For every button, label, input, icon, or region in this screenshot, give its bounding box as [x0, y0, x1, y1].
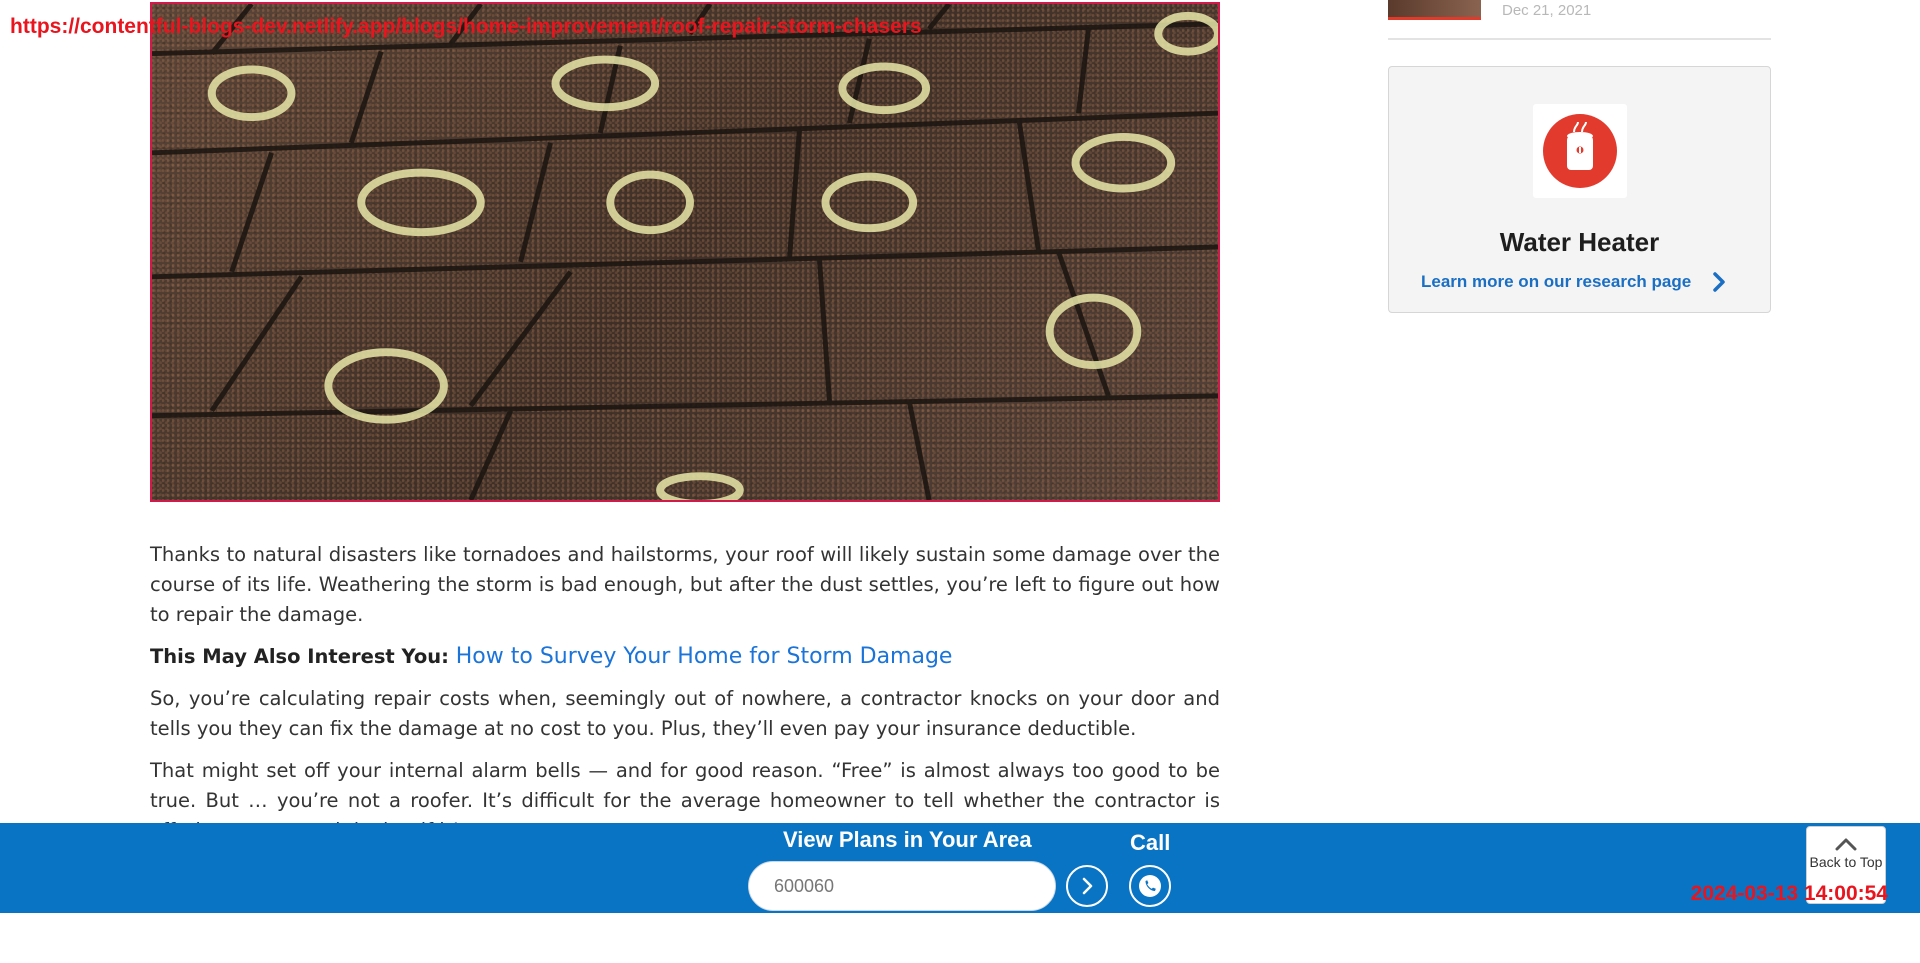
phone-icon	[1139, 875, 1161, 897]
chevron-up-icon	[1835, 838, 1857, 851]
timestamp-overlay: 2024-03-13 14:00:54	[1690, 882, 1888, 905]
zip-code-input[interactable]	[748, 861, 1056, 911]
related-article: This May Also Interest You: How to Surve…	[150, 642, 1220, 672]
card-title: Water Heater	[1499, 227, 1660, 257]
related-article-link[interactable]: How to Survey Your Home for Storm Damage	[456, 644, 953, 669]
sidebar-divider	[1388, 38, 1771, 40]
call-label: Call	[1130, 830, 1171, 855]
chevron-right-icon[interactable]	[1709, 270, 1729, 294]
zip-search-bar: View Plans in Your Area Call	[0, 823, 1920, 913]
research-card: Water Heater Learn more on our research …	[1388, 66, 1771, 313]
icon-circle	[1543, 114, 1617, 188]
related-article-label: This May Also Interest You:	[150, 645, 456, 668]
article-paragraph: Thanks to natural disasters like tornado…	[150, 543, 1220, 626]
chevron-right-icon	[1082, 877, 1093, 895]
previous-post-thumbnail[interactable]	[1388, 0, 1481, 20]
roof-shingles-graphic	[152, 4, 1218, 500]
research-page-link[interactable]: Learn more on our research page	[1421, 272, 1691, 292]
water-heater-icon	[1533, 104, 1627, 198]
article-paragraph: So, you’re calculating repair costs when…	[150, 687, 1220, 740]
article-body: Thanks to natural disasters like tornado…	[150, 540, 1220, 858]
previous-post-date: Dec 21, 2021	[1502, 2, 1592, 19]
submit-zip-button[interactable]	[1066, 865, 1108, 907]
bar-heading: View Plans in Your Area	[783, 827, 1032, 852]
back-to-top-label: Back to Top	[1809, 854, 1883, 870]
hero-image	[150, 2, 1220, 502]
url-overlay: https://contentful-blogs-dev.netlify.app…	[10, 15, 922, 38]
call-button[interactable]	[1129, 865, 1171, 907]
